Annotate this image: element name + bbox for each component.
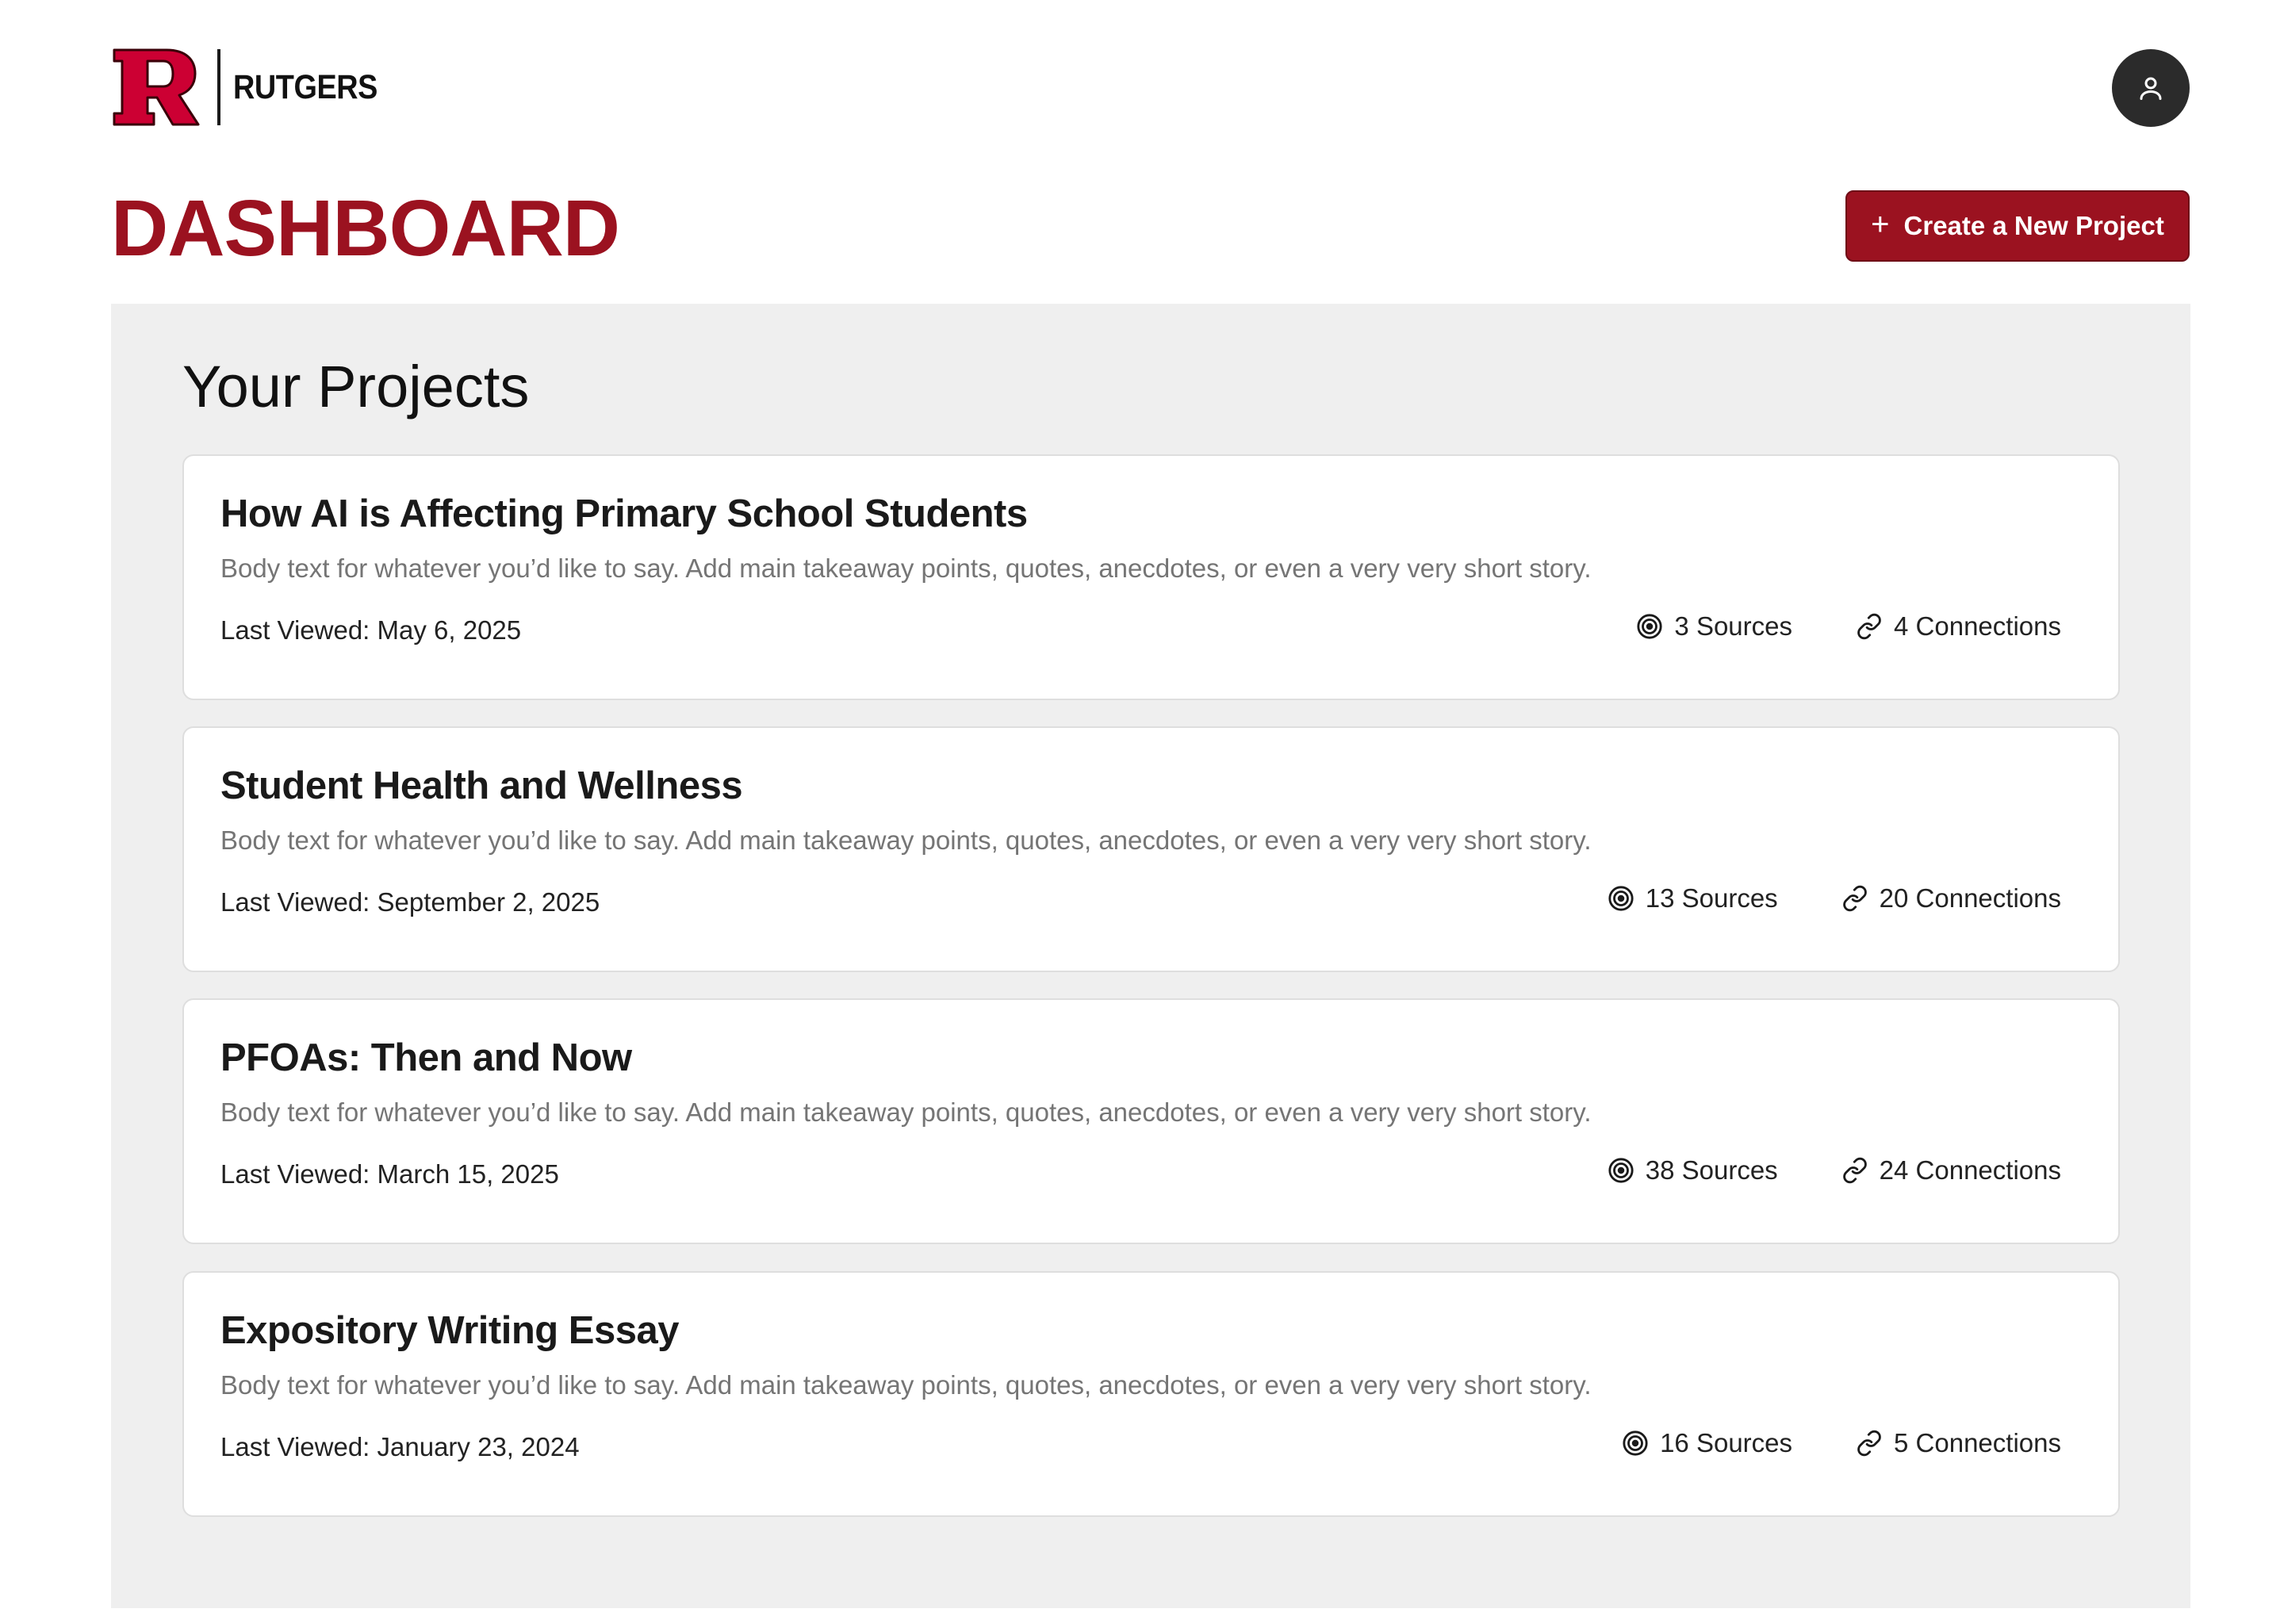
project-last-viewed: Last Viewed: May 6, 2025 — [220, 615, 522, 645]
connections-stat: 5 Connections — [1856, 1428, 2061, 1458]
sources-count: 3 Sources — [1674, 611, 1793, 641]
project-description: Body text for whatever you’d like to say… — [220, 825, 1592, 855]
sources-count: 13 Sources — [1645, 883, 1778, 913]
project-stats: 38 Sources 24 Connections — [1608, 1155, 2061, 1185]
project-card[interactable]: Expository Writing Essay Body text for w… — [182, 1271, 2120, 1517]
connections-stat: 24 Connections — [1841, 1155, 2061, 1185]
projects-panel: Your Projects How AI is Affecting Primar… — [111, 304, 2190, 1608]
project-last-viewed: Last Viewed: January 23, 2024 — [220, 1432, 580, 1461]
logo-divider — [217, 49, 220, 125]
user-icon — [2140, 77, 2162, 100]
project-title[interactable]: Expository Writing Essay — [220, 1308, 680, 1354]
project-description: Body text for whatever you’d like to say… — [220, 1097, 1592, 1127]
project-stats: 16 Sources 5 Connections — [1622, 1428, 2061, 1458]
connections-stat: 20 Connections — [1841, 883, 2061, 914]
connections-count: 20 Connections — [1879, 883, 2061, 913]
connections-stat: 4 Connections — [1856, 611, 2061, 642]
sources-stat: 38 Sources — [1608, 1155, 1778, 1185]
project-card[interactable]: PFOAs: Then and Now Body text for whatev… — [182, 998, 2120, 1244]
sources-stat: 3 Sources — [1636, 611, 1792, 642]
project-description: Body text for whatever you’d like to say… — [220, 1370, 1592, 1400]
sources-count: 38 Sources — [1645, 1155, 1778, 1185]
target-icon — [1637, 614, 1663, 639]
project-card[interactable]: Student Health and Wellness Body text fo… — [182, 726, 2120, 972]
project-last-viewed: Last Viewed: September 2, 2025 — [220, 887, 600, 917]
create-project-label: Create a New Project — [1903, 211, 2164, 240]
project-stats: 3 Sources 4 Connections — [1636, 611, 2061, 642]
create-project-button[interactable]: + Create a New Project — [1845, 190, 2190, 262]
link-icon — [1842, 1157, 1867, 1184]
project-title[interactable]: PFOAs: Then and Now — [220, 1035, 632, 1082]
link-icon — [1857, 1430, 1881, 1457]
sources-stat: 16 Sources — [1622, 1428, 1792, 1458]
project-title[interactable]: How AI is Affecting Primary School Stude… — [220, 491, 1028, 538]
connections-count: 24 Connections — [1879, 1155, 2061, 1185]
link-icon — [1857, 613, 1881, 640]
plus-icon: + — [1871, 207, 1890, 242]
dashboard-page: RUTGERS DASHBOARD + Create a New Project… — [0, 0, 2284, 1624]
connections-count: 4 Connections — [1894, 611, 2061, 641]
link-icon — [1842, 885, 1867, 912]
project-card[interactable]: How AI is Affecting Primary School Stude… — [182, 454, 2120, 700]
project-stats: 13 Sources 20 Connections — [1608, 883, 2061, 914]
target-icon — [1608, 886, 1634, 911]
sources-count: 16 Sources — [1660, 1428, 1793, 1457]
rutgers-logo[interactable]: RUTGERS — [113, 48, 397, 127]
logo-wordmark: RUTGERS — [233, 67, 377, 106]
projects-section-title: Your Projects — [182, 354, 530, 419]
project-title[interactable]: Student Health and Wellness — [220, 763, 743, 810]
page-title: DASHBOARD — [111, 184, 620, 273]
project-description: Body text for whatever you’d like to say… — [220, 553, 1592, 583]
user-avatar-button[interactable] — [2112, 49, 2190, 127]
connections-count: 5 Connections — [1894, 1428, 2061, 1457]
sources-stat: 13 Sources — [1608, 883, 1778, 914]
project-last-viewed: Last Viewed: March 15, 2025 — [220, 1159, 559, 1189]
rutgers-r-logo-icon — [113, 48, 200, 126]
target-icon — [1608, 1158, 1634, 1183]
target-icon — [1623, 1431, 1648, 1456]
